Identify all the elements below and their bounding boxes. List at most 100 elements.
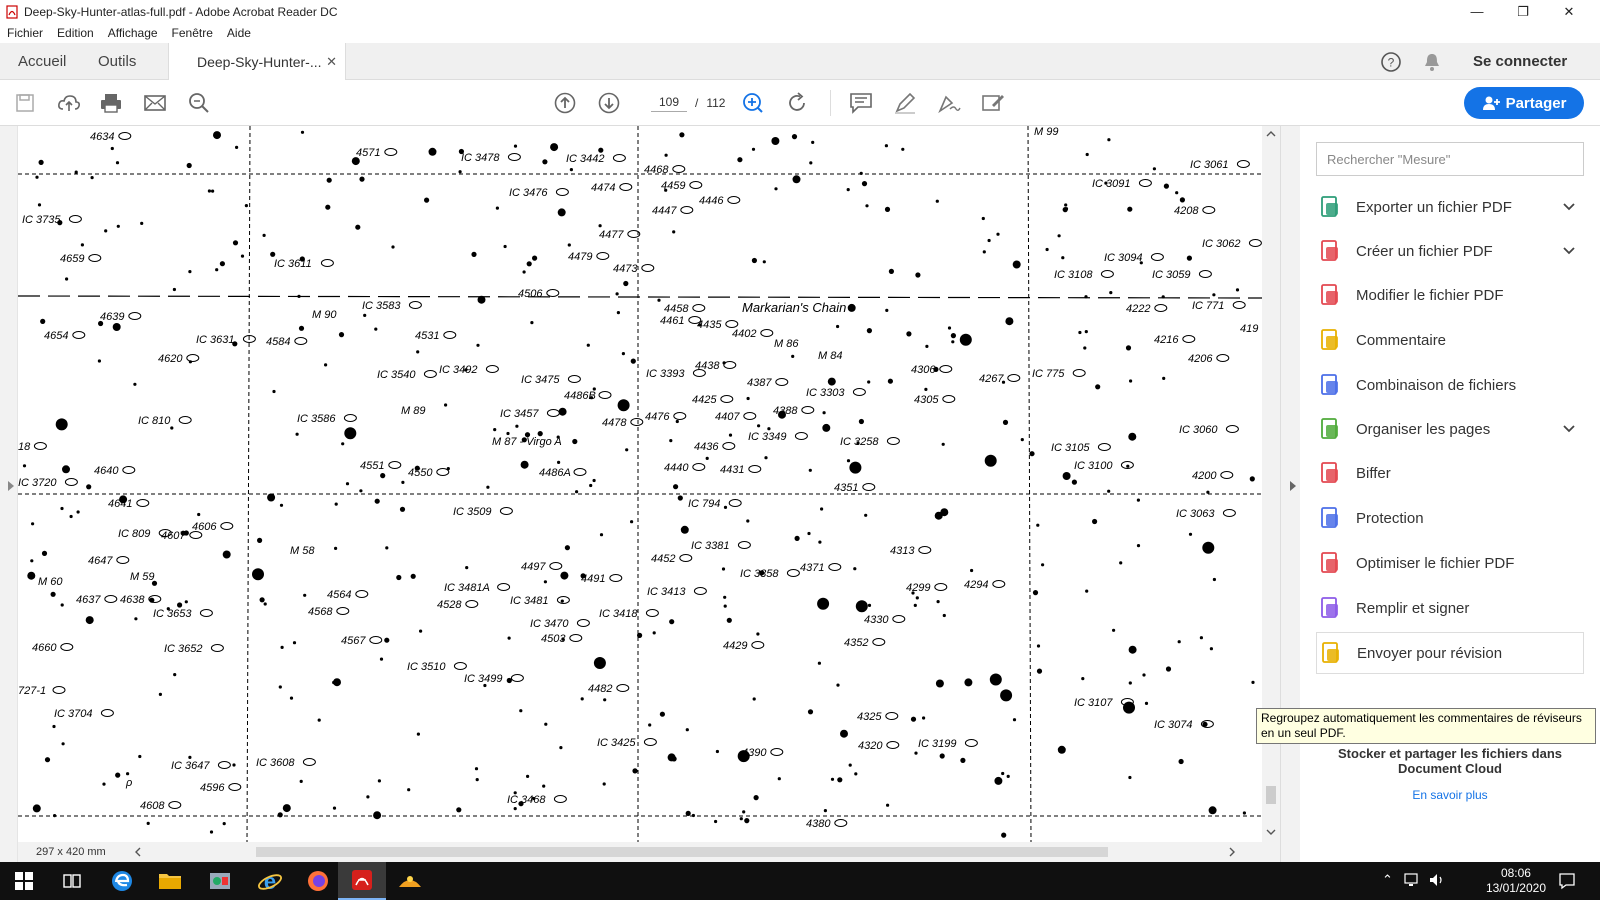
horizontal-scroll-thumb[interactable] bbox=[256, 847, 1108, 857]
export-pdf-icon bbox=[1316, 193, 1344, 221]
comment-tool-icon[interactable] bbox=[848, 90, 874, 116]
star-dot bbox=[637, 632, 643, 638]
atlas-label: IC 3478 bbox=[461, 152, 500, 164]
system-clock[interactable]: 08:06 13/01/2020 bbox=[1486, 866, 1546, 896]
tab-close-icon[interactable]: ✕ bbox=[326, 54, 337, 70]
tool-redact[interactable]: Biffer bbox=[1316, 452, 1584, 494]
signin-link[interactable]: Se connecter bbox=[1473, 43, 1567, 80]
maximize-button[interactable]: ❐ bbox=[1500, 0, 1546, 23]
menu-fenetre[interactable]: Fenêtre bbox=[165, 26, 220, 40]
star-dot bbox=[685, 810, 691, 817]
tool-combine-files[interactable]: Combinaison de fichiers bbox=[1316, 364, 1584, 406]
star-dot bbox=[1129, 379, 1133, 383]
tools-search-input[interactable]: Rechercher "Mesure" bbox=[1316, 142, 1584, 176]
notifications-bell-icon[interactable] bbox=[1422, 43, 1442, 80]
search-zoom-icon[interactable] bbox=[186, 90, 212, 116]
minimize-button[interactable]: — bbox=[1454, 0, 1500, 23]
galaxy-ellipse bbox=[852, 388, 866, 396]
galaxy-ellipse bbox=[336, 607, 350, 615]
chevron-down-icon[interactable] bbox=[1562, 199, 1576, 216]
tool-protect[interactable]: Protection bbox=[1316, 497, 1584, 539]
learn-more-link[interactable]: En savoir plus bbox=[1300, 788, 1600, 802]
menu-edition[interactable]: Edition bbox=[50, 26, 101, 40]
volume-icon[interactable] bbox=[1428, 872, 1446, 891]
sign-pen-icon[interactable] bbox=[936, 90, 962, 116]
star-dot bbox=[444, 403, 448, 407]
menu-aide[interactable]: Aide bbox=[220, 26, 258, 40]
star-dot bbox=[262, 233, 266, 237]
control-panel-icon[interactable] bbox=[196, 862, 244, 900]
star-dot bbox=[564, 545, 571, 551]
tool-organize-pages[interactable]: Organiser les pages bbox=[1316, 408, 1584, 450]
atlas-label: 4425 bbox=[692, 394, 717, 406]
galaxy-ellipse bbox=[1198, 270, 1212, 278]
menu-fichier[interactable]: Fichier bbox=[0, 26, 50, 40]
tray-expand-icon[interactable]: ⌃ bbox=[1382, 872, 1393, 888]
tool-create-pdf[interactable]: Créer un fichier PDF bbox=[1316, 230, 1584, 272]
star-dot bbox=[173, 673, 177, 677]
star-dot bbox=[617, 399, 630, 412]
star-dot bbox=[60, 506, 64, 511]
current-page-input[interactable]: 109 bbox=[651, 95, 687, 112]
tool-send-review[interactable]: Envoyer pour révision bbox=[1316, 632, 1584, 674]
pdf-page-canvas[interactable]: Markarian's Chain 4634 4571 IC 3478 IC 3442… bbox=[18, 126, 1262, 842]
galaxy-ellipse bbox=[499, 507, 513, 515]
tool-edit-pdf[interactable]: Modifier le fichier PDF bbox=[1316, 274, 1584, 316]
galaxy-ellipse bbox=[596, 252, 610, 260]
tool-comment[interactable]: Commentaire bbox=[1316, 319, 1584, 361]
star-dot bbox=[324, 363, 328, 367]
vertical-scroll-thumb[interactable] bbox=[1266, 786, 1276, 804]
previous-page-icon[interactable] bbox=[552, 90, 578, 116]
right-pane-toggle[interactable] bbox=[1280, 126, 1300, 862]
menu-affichage[interactable]: Affichage bbox=[101, 26, 165, 40]
tool-export-pdf[interactable]: Exporter un fichier PDF bbox=[1316, 186, 1584, 228]
tab-home[interactable]: Accueil bbox=[18, 43, 66, 80]
share-button[interactable]: Partager bbox=[1464, 87, 1584, 119]
tab-document[interactable]: Deep-Sky-Hunter-... ✕ bbox=[168, 43, 346, 81]
action-center-icon[interactable] bbox=[1558, 872, 1576, 893]
upload-cloud-icon[interactable] bbox=[56, 90, 82, 116]
atlas-label: IC 3481 bbox=[510, 595, 549, 607]
print-icon[interactable] bbox=[98, 90, 124, 116]
close-window-button[interactable]: ✕ bbox=[1546, 0, 1592, 23]
star-dot bbox=[419, 629, 423, 633]
save-icon[interactable] bbox=[12, 90, 38, 116]
network-icon[interactable] bbox=[1404, 872, 1422, 891]
email-icon[interactable] bbox=[142, 90, 168, 116]
atlas-label: 4380 bbox=[806, 818, 831, 830]
firefox-icon[interactable] bbox=[294, 862, 342, 900]
atlas-label: 4299 bbox=[906, 582, 930, 594]
stellarium-icon[interactable] bbox=[386, 862, 434, 900]
internet-explorer-icon[interactable]: e bbox=[246, 862, 294, 900]
help-icon[interactable]: ? bbox=[1380, 43, 1402, 80]
tool-fill-sign[interactable]: Remplir et signer bbox=[1316, 587, 1584, 629]
zoom-in-icon[interactable] bbox=[740, 90, 766, 116]
scroll-right-icon[interactable] bbox=[1226, 846, 1238, 858]
left-pane-toggle[interactable] bbox=[0, 126, 18, 862]
star-dot bbox=[1152, 167, 1156, 171]
file-explorer-icon[interactable] bbox=[146, 862, 194, 900]
atlas-label: 4313 bbox=[890, 545, 915, 557]
highlight-pen-icon[interactable] bbox=[892, 90, 918, 116]
acrobat-taskbar-icon[interactable] bbox=[338, 862, 386, 900]
task-view-icon[interactable] bbox=[48, 862, 96, 900]
scroll-left-icon[interactable] bbox=[132, 846, 144, 858]
scroll-up-icon[interactable] bbox=[1262, 128, 1280, 140]
chevron-down-icon[interactable] bbox=[1562, 421, 1576, 438]
scroll-down-icon[interactable] bbox=[1262, 826, 1280, 838]
windows-start-icon[interactable] bbox=[0, 862, 48, 900]
star-dot bbox=[300, 130, 305, 134]
rotate-icon[interactable] bbox=[784, 90, 810, 116]
tab-tools[interactable]: Outils bbox=[98, 43, 136, 80]
star-dot bbox=[691, 813, 696, 818]
tool-optimize-pdf[interactable]: Optimiser le fichier PDF bbox=[1316, 542, 1584, 584]
edge-browser-icon[interactable] bbox=[98, 862, 146, 900]
star-dot bbox=[232, 240, 239, 246]
star-dot bbox=[344, 427, 357, 440]
more-tools-icon[interactable] bbox=[980, 90, 1006, 116]
tool-label: Biffer bbox=[1356, 464, 1391, 482]
star-dot bbox=[278, 685, 282, 689]
star-dot bbox=[739, 817, 743, 821]
chevron-down-icon[interactable] bbox=[1562, 243, 1576, 260]
next-page-icon[interactable] bbox=[596, 90, 622, 116]
